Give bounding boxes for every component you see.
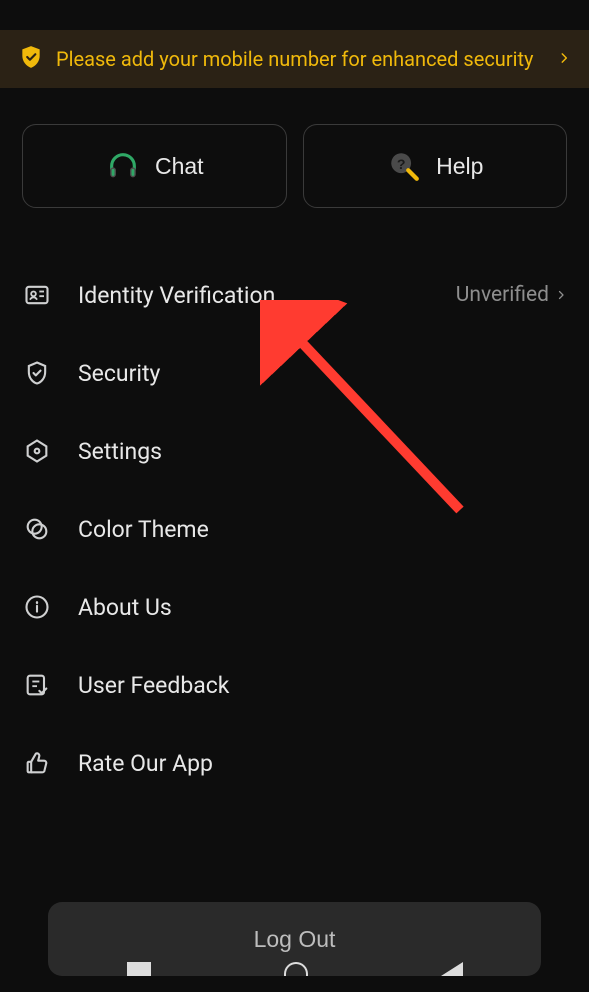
- note-check-icon: [22, 670, 52, 700]
- menu-label: Color Theme: [78, 516, 567, 543]
- recent-apps-icon[interactable]: [127, 962, 151, 976]
- home-icon[interactable]: [284, 962, 308, 976]
- help-search-icon: ?: [386, 148, 422, 184]
- shield-check-icon: [18, 44, 44, 74]
- chat-button[interactable]: Chat: [22, 124, 287, 208]
- security-item[interactable]: Security: [22, 334, 567, 412]
- rate-app-item[interactable]: Rate Our App: [22, 724, 567, 802]
- identity-verification-item[interactable]: Identity Verification Unverified: [22, 256, 567, 334]
- chevron-right-icon: [557, 50, 571, 69]
- identity-status: Unverified: [456, 283, 567, 307]
- overlap-circles-icon: [22, 514, 52, 544]
- svg-text:?: ?: [397, 157, 406, 173]
- headphones-icon: [105, 148, 141, 184]
- logout-section: Log Out: [0, 902, 589, 976]
- menu-label: Rate Our App: [78, 750, 567, 777]
- thumbs-up-icon: [22, 748, 52, 778]
- help-label: Help: [436, 153, 483, 180]
- about-us-item[interactable]: About Us: [22, 568, 567, 646]
- actions-row: Chat ? Help: [0, 88, 589, 238]
- id-card-icon: [22, 280, 52, 310]
- banner-text: Please add your mobile number for enhanc…: [56, 47, 545, 71]
- shield-icon: [22, 358, 52, 388]
- status-text: Unverified: [456, 283, 549, 307]
- menu-label: About Us: [78, 594, 567, 621]
- color-theme-item[interactable]: Color Theme: [22, 490, 567, 568]
- user-feedback-item[interactable]: User Feedback: [22, 646, 567, 724]
- status-bar: [0, 0, 589, 30]
- settings-menu: Identity Verification Unverified Securit…: [0, 238, 589, 802]
- back-icon[interactable]: [441, 962, 463, 976]
- menu-label: Identity Verification: [78, 282, 430, 309]
- hexagon-icon: [22, 436, 52, 466]
- info-icon: [22, 592, 52, 622]
- menu-label: Settings: [78, 438, 567, 465]
- chevron-right-icon: [555, 289, 567, 301]
- menu-label: Security: [78, 360, 567, 387]
- help-button[interactable]: ? Help: [303, 124, 568, 208]
- chat-label: Chat: [155, 153, 204, 180]
- security-banner[interactable]: Please add your mobile number for enhanc…: [0, 30, 589, 88]
- android-nav-bar: [0, 954, 589, 976]
- menu-label: User Feedback: [78, 672, 567, 699]
- settings-item[interactable]: Settings: [22, 412, 567, 490]
